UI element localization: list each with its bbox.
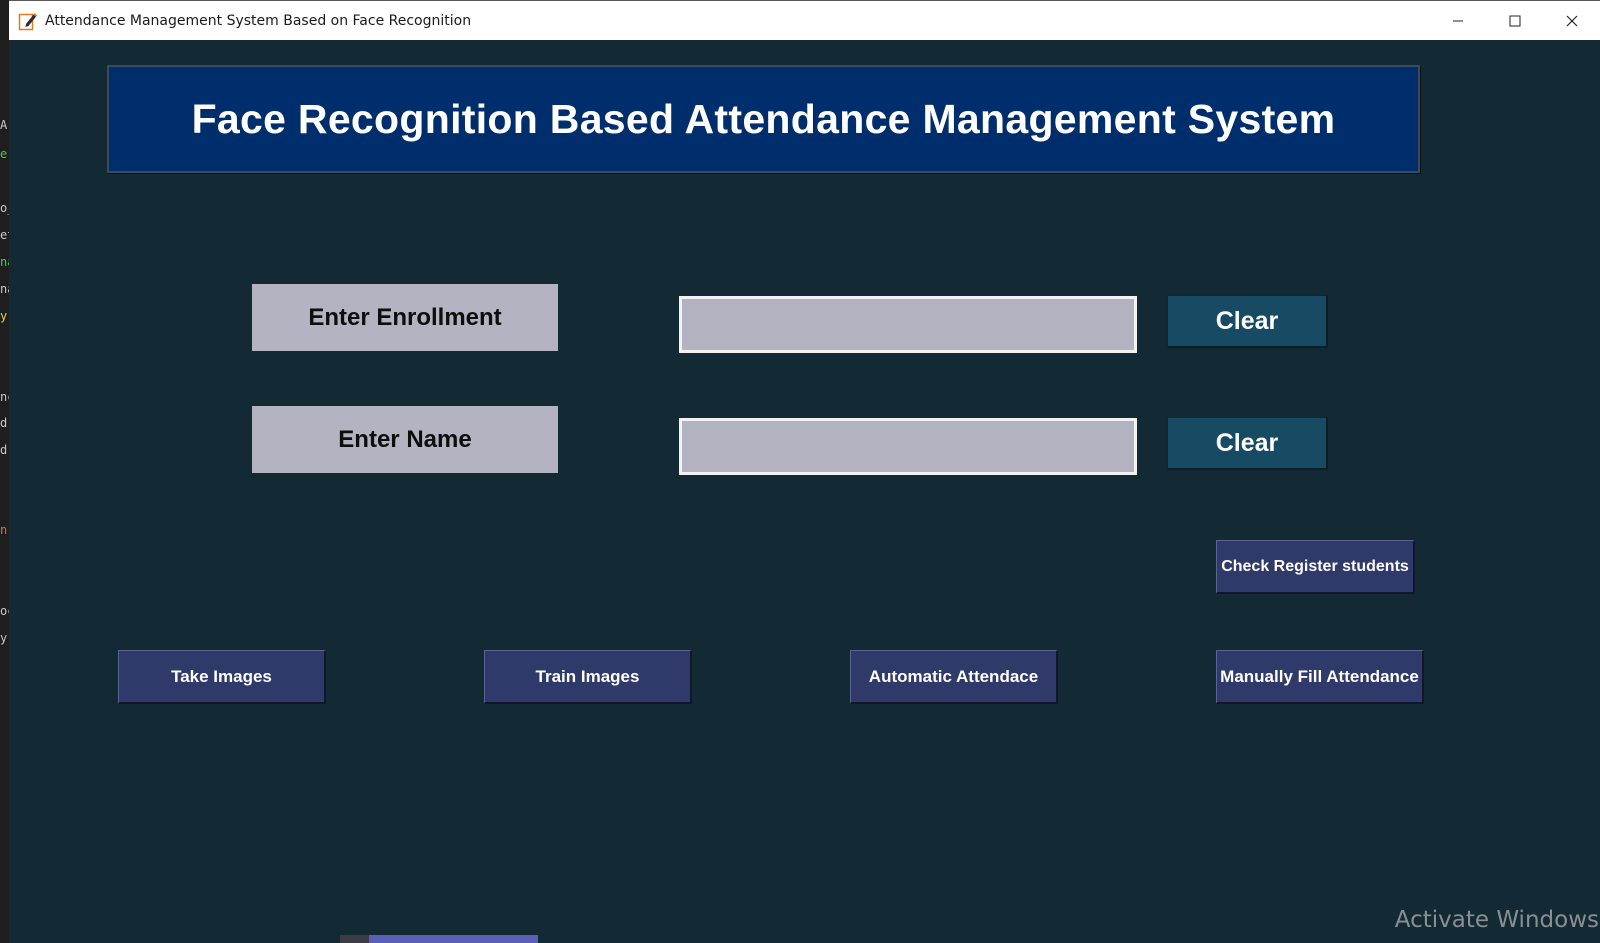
close-icon — [1566, 15, 1577, 26]
editor-fragment: na — [0, 255, 9, 269]
editor-fragment: A — [0, 118, 8, 132]
take-images-button[interactable]: Take Images — [118, 650, 326, 704]
clear-name-button[interactable]: Clear — [1167, 417, 1328, 470]
clear-enrollment-button[interactable]: Clear — [1167, 295, 1328, 348]
editor-fragment: oc — [0, 604, 9, 618]
title-bar[interactable]: Attendance Management System Based on Fa… — [9, 1, 1600, 40]
minimize-icon — [1452, 20, 1463, 21]
enrollment-label: Enter Enrollment — [252, 284, 558, 351]
editor-fragment: y — [0, 631, 8, 645]
manual-attendance-button[interactable]: Manually Fill Attendance — [1216, 650, 1424, 704]
taskbar-sliver — [340, 935, 538, 943]
app-icon — [17, 10, 39, 32]
window-controls — [1429, 1, 1600, 40]
maximize-button[interactable] — [1486, 1, 1543, 40]
maximize-icon — [1509, 15, 1520, 26]
header-banner: Face Recognition Based Attendance Manage… — [107, 65, 1420, 173]
editor-fragment: n — [0, 523, 8, 537]
name-label: Enter Name — [252, 406, 558, 473]
editor-fragment: e — [0, 147, 8, 161]
editor-fragment: o_ — [0, 201, 9, 215]
automatic-attendance-button[interactable]: Automatic Attendace — [850, 650, 1058, 704]
background-editor-sliver: A e o_ et na na y nc d d n oc y — [0, 0, 9, 943]
page-title: Face Recognition Based Attendance Manage… — [191, 95, 1336, 142]
window-title: Attendance Management System Based on Fa… — [45, 12, 472, 29]
check-register-students-button[interactable]: Check Register students — [1216, 540, 1415, 594]
name-input[interactable] — [679, 418, 1137, 475]
editor-fragment: d — [0, 416, 8, 430]
editor-fragment: d — [0, 443, 8, 457]
activate-windows-watermark: Activate Windows — [1394, 907, 1599, 933]
enrollment-input[interactable] — [679, 296, 1137, 353]
close-button[interactable] — [1543, 1, 1600, 40]
editor-fragment: na — [0, 282, 9, 296]
minimize-button[interactable] — [1429, 1, 1486, 40]
taskbar-active-indicator — [369, 935, 538, 943]
train-images-button[interactable]: Train Images — [484, 650, 692, 704]
editor-fragment: nc — [0, 390, 9, 404]
app-window: Attendance Management System Based on Fa… — [9, 0, 1600, 943]
editor-fragment: y — [0, 309, 8, 323]
editor-fragment: et — [0, 228, 9, 242]
